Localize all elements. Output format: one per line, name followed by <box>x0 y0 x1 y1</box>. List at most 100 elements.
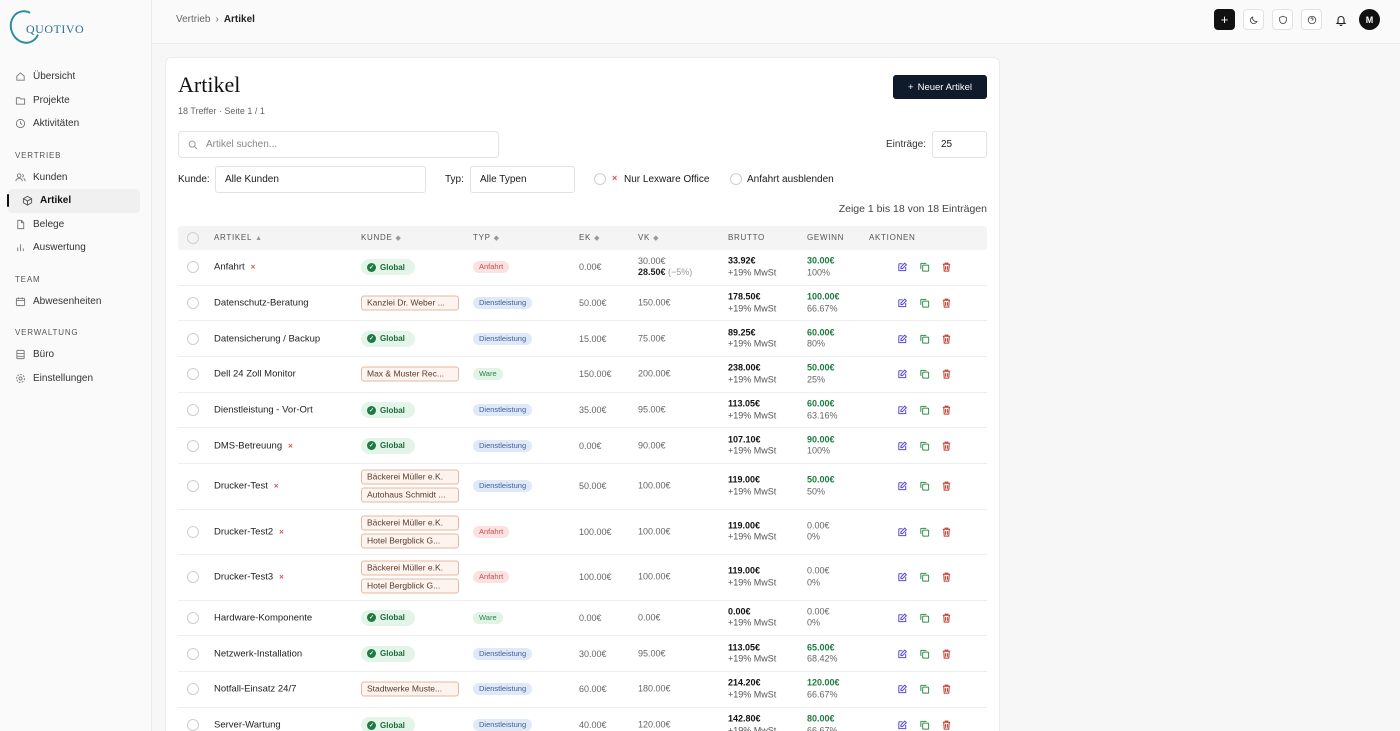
edit-icon[interactable] <box>897 298 908 309</box>
avatar[interactable]: M <box>1359 9 1380 30</box>
article-name-cell[interactable]: Notfall-Einsatz 24/7 <box>214 684 296 695</box>
copy-icon[interactable] <box>919 481 930 492</box>
help-button[interactable] <box>1301 9 1322 30</box>
copy-icon[interactable] <box>919 333 930 344</box>
delete-icon[interactable] <box>941 612 952 623</box>
table-row[interactable]: Server-Wartung ✓ Global Dienstleistung 40.00… <box>178 708 987 731</box>
table-row[interactable]: Hardware-Komponente ✓ Global Ware 0.00€ 0.00€… <box>178 601 987 637</box>
article-name-cell[interactable]: Datensicherung / Backup <box>214 333 320 344</box>
edit-icon[interactable] <box>897 612 908 623</box>
article-name-cell[interactable]: Dell 24 Zoll Monitor <box>214 369 296 380</box>
row-checkbox[interactable] <box>187 719 199 731</box>
article-name-cell[interactable]: Anfahrt × <box>214 262 255 273</box>
customer-badge[interactable]: Kanzlei Dr. Weber ... <box>361 295 459 311</box>
copy-icon[interactable] <box>919 572 930 583</box>
table-row[interactable]: Datenschutz-Beratung Kanzlei Dr. Weber ..… <box>178 286 987 322</box>
copy-icon[interactable] <box>919 298 930 309</box>
edit-icon[interactable] <box>897 648 908 659</box>
table-row[interactable]: Notfall-Einsatz 24/7 Stadtwerke Muste... D… <box>178 672 987 708</box>
article-name-cell[interactable]: Dienstleistung - Vor-Ort <box>214 405 313 416</box>
article-name-cell[interactable]: Drucker-Test2 × <box>214 526 284 537</box>
col-typ[interactable]: TYP ◆ <box>473 233 500 242</box>
edit-icon[interactable] <box>897 572 908 583</box>
new-article-button[interactable]: + Neuer Artikel <box>893 75 987 99</box>
delete-icon[interactable] <box>941 369 952 380</box>
delete-icon[interactable] <box>941 648 952 659</box>
row-checkbox[interactable] <box>187 525 199 538</box>
table-row[interactable]: Drucker-Test × Bäckerei Müller e.K. Autohau… <box>178 464 987 510</box>
delete-icon[interactable] <box>941 572 952 583</box>
table-row[interactable]: Anfahrt × ✓ Global Anfahrt 0.00€ 30.00€ 28.50€ … <box>178 250 987 286</box>
sidebar-item-belege[interactable]: Belege <box>0 213 152 237</box>
sidebar-item-kunden[interactable]: Kunden <box>0 166 152 190</box>
copy-icon[interactable] <box>919 262 930 273</box>
sidebar-item-projekte[interactable]: Projekte <box>0 89 152 113</box>
table-row[interactable]: Dienstleistung - Vor-Ort ✓ Global Dienstlei… <box>178 393 987 429</box>
edit-icon[interactable] <box>897 262 908 273</box>
customer-badge[interactable]: Autohaus Schmidt ... <box>361 487 459 503</box>
edit-icon[interactable] <box>897 405 908 416</box>
delete-icon[interactable] <box>941 526 952 537</box>
col-vk[interactable]: VK ◆ <box>638 233 659 242</box>
customer-badge[interactable]: Max & Muster Rec... <box>361 366 459 382</box>
sidebar-item-abwesenheiten[interactable]: Abwesenheiten <box>0 290 152 314</box>
search-input[interactable]: Artikel suchen... <box>178 131 499 158</box>
edit-icon[interactable] <box>897 369 908 380</box>
copy-icon[interactable] <box>919 720 930 731</box>
copy-icon[interactable] <box>919 526 930 537</box>
row-checkbox[interactable] <box>187 683 199 696</box>
col-ek[interactable]: EK ◆ <box>579 233 600 242</box>
customer-badge[interactable]: Hotel Bergblick G... <box>361 533 459 549</box>
row-checkbox[interactable] <box>187 404 199 417</box>
customer-badge[interactable]: Bäckerei Müller e.K. <box>361 560 459 576</box>
sidebar-item-buero[interactable]: Büro <box>0 343 152 367</box>
table-row[interactable]: DMS-Betreuung × ✓ Global Dienstleistung 0.00€… <box>178 428 987 465</box>
theme-toggle-button[interactable] <box>1243 9 1264 30</box>
add-button[interactable]: + <box>1214 9 1235 30</box>
customer-badge[interactable]: Hotel Bergblick G... <box>361 578 459 594</box>
edit-icon[interactable] <box>897 720 908 731</box>
typ-filter-select[interactable]: Alle Typen <box>470 166 575 193</box>
notifications-button[interactable] <box>1330 9 1351 30</box>
article-name-cell[interactable]: Server-Wartung <box>214 720 281 731</box>
breadcrumb-vertrieb[interactable]: Vertrieb <box>176 14 210 25</box>
edit-icon[interactable] <box>897 526 908 537</box>
select-all-checkbox[interactable] <box>187 232 199 244</box>
table-row[interactable]: Drucker-Test3 × Bäckerei Müller e.K. Hotel … <box>178 555 987 601</box>
table-row[interactable]: Drucker-Test2 × Bäckerei Müller e.K. Hotel … <box>178 510 987 556</box>
kunde-filter-select[interactable]: Alle Kunden <box>215 166 426 193</box>
lexware-filter-checkbox[interactable] <box>594 173 606 185</box>
entries-per-page-input[interactable]: 25 <box>932 131 987 158</box>
article-name-cell[interactable]: Netzwerk-Installation <box>214 648 302 659</box>
sidebar-item-einstellungen[interactable]: Einstellungen <box>0 367 152 391</box>
col-kunde[interactable]: KUNDE ◆ <box>361 233 402 242</box>
article-name-cell[interactable]: Drucker-Test × <box>214 481 279 492</box>
delete-icon[interactable] <box>941 684 952 695</box>
row-checkbox[interactable] <box>187 611 199 624</box>
row-checkbox[interactable] <box>187 571 199 584</box>
table-row[interactable]: Dell 24 Zoll Monitor Max & Muster Rec... W… <box>178 357 987 393</box>
copy-icon[interactable] <box>919 369 930 380</box>
article-name-cell[interactable]: Hardware-Komponente <box>214 612 312 623</box>
shield-button[interactable] <box>1272 9 1293 30</box>
copy-icon[interactable] <box>919 440 930 451</box>
article-name-cell[interactable]: DMS-Betreuung × <box>214 440 293 451</box>
row-checkbox[interactable] <box>187 297 199 310</box>
sidebar-item-artikel[interactable]: Artikel <box>7 189 140 213</box>
delete-icon[interactable] <box>941 440 952 451</box>
customer-badge[interactable]: Bäckerei Müller e.K. <box>361 469 459 485</box>
sidebar-item-auswertung[interactable]: Auswertung <box>0 236 152 260</box>
row-checkbox[interactable] <box>187 439 199 452</box>
edit-icon[interactable] <box>897 440 908 451</box>
row-checkbox[interactable] <box>187 647 199 660</box>
row-checkbox[interactable] <box>187 332 199 345</box>
table-row[interactable]: Netzwerk-Installation ✓ Global Dienstleistu… <box>178 636 987 672</box>
customer-badge[interactable]: Stadtwerke Muste... <box>361 681 459 697</box>
customer-badge[interactable]: Bäckerei Müller e.K. <box>361 515 459 531</box>
copy-icon[interactable] <box>919 684 930 695</box>
row-checkbox[interactable] <box>187 368 199 381</box>
delete-icon[interactable] <box>941 262 952 273</box>
sidebar-item-uebersicht[interactable]: Übersicht <box>0 65 152 89</box>
article-name-cell[interactable]: Datenschutz-Beratung <box>214 298 309 309</box>
col-artikel[interactable]: ARTIKEL ▲ <box>214 233 263 242</box>
